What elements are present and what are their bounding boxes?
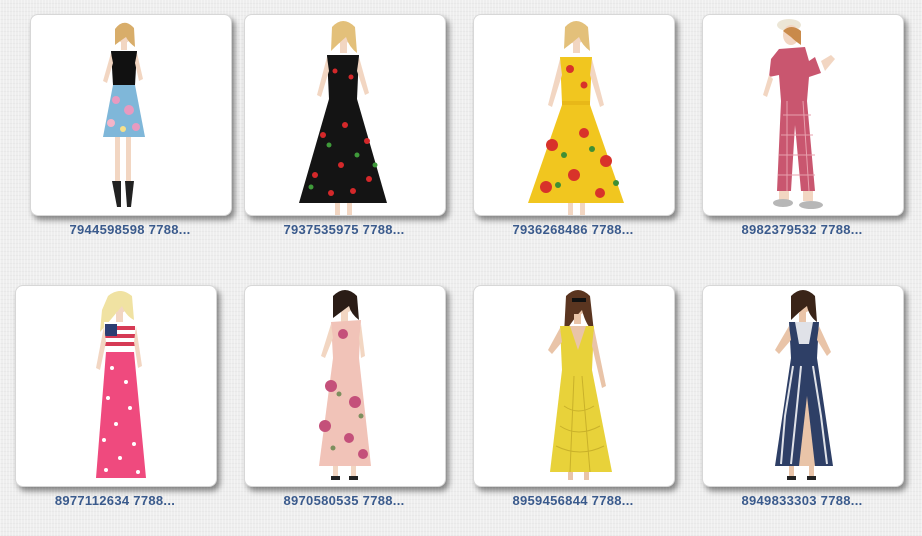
jumpsuit-photo-icon — [763, 19, 835, 209]
product-tile: 7936268486 7788... — [473, 14, 675, 249]
product-id-link[interactable]: 8982379532 7788... — [692, 222, 912, 237]
product-gallery: 7944598598 7788... 7937535975 7788... 79… — [0, 0, 922, 536]
dress-photo-icon — [103, 22, 145, 207]
product-image-link[interactable] — [244, 285, 446, 487]
product-image-link[interactable] — [15, 285, 217, 487]
product-id-link[interactable]: 7937535975 7788... — [234, 222, 454, 237]
product-id-link[interactable]: 7936268486 7788... — [463, 222, 683, 237]
product-id-link[interactable]: 8977112634 7788... — [5, 493, 225, 508]
product-image-link[interactable] — [702, 285, 904, 487]
product-image-link[interactable] — [702, 14, 904, 216]
dress-photo-icon — [548, 290, 612, 480]
dress-photo-icon — [528, 21, 624, 215]
dress-photo-icon — [299, 21, 387, 215]
dress-photo-icon — [319, 290, 371, 480]
product-tile: 8949833303 7788... — [702, 285, 904, 520]
product-image-link[interactable] — [30, 14, 232, 216]
product-tile: 8977112634 7788... — [15, 285, 217, 520]
product-id-link[interactable]: 7944598598 7788... — [20, 222, 240, 237]
product-image-link[interactable] — [473, 14, 675, 216]
product-tile: 8982379532 7788... — [702, 14, 904, 249]
product-image-link[interactable] — [244, 14, 446, 216]
product-id-link[interactable]: 8959456844 7788... — [463, 493, 683, 508]
product-id-link[interactable]: 8949833303 7788... — [692, 493, 912, 508]
dress-photo-icon — [96, 291, 146, 478]
dress-photo-icon — [775, 290, 833, 480]
product-tile: 8970580535 7788... — [244, 285, 446, 520]
product-id-link[interactable]: 8970580535 7788... — [234, 493, 454, 508]
product-tile: 8959456844 7788... — [473, 285, 675, 520]
product-tile: 7944598598 7788... — [30, 14, 232, 249]
product-image-link[interactable] — [473, 285, 675, 487]
product-tile: 7937535975 7788... — [244, 14, 446, 249]
